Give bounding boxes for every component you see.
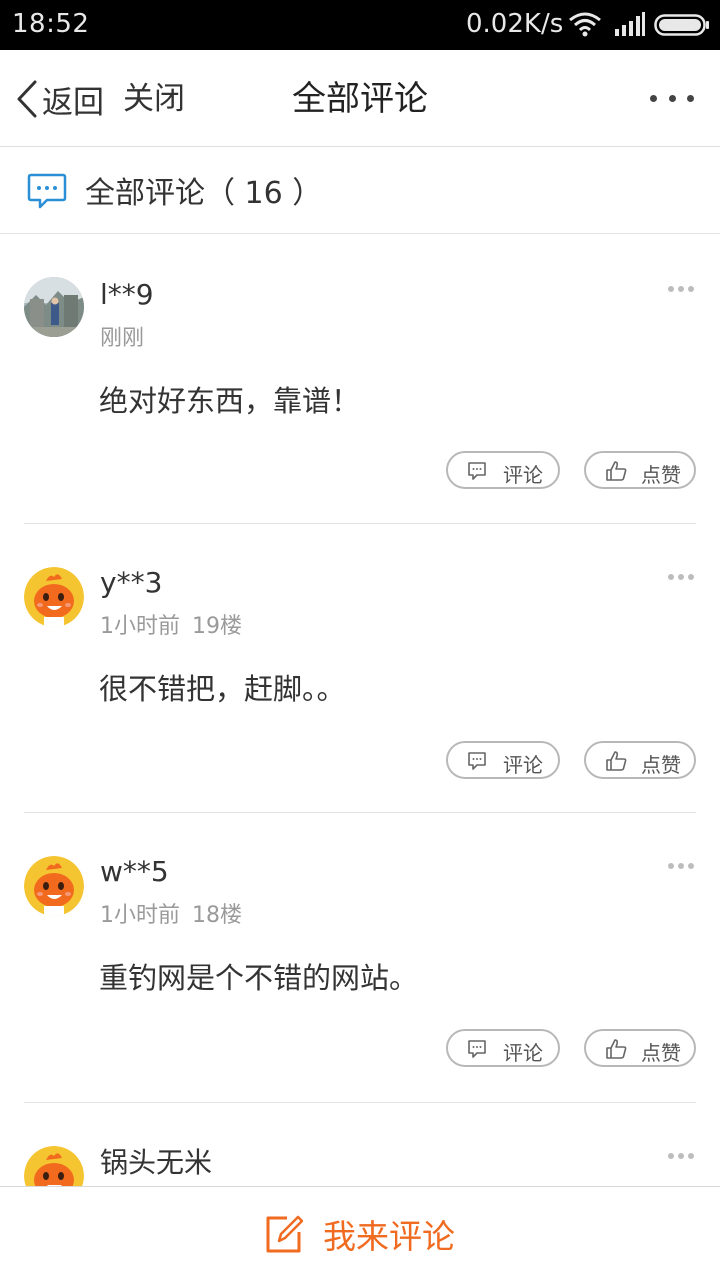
avatar[interactable] — [24, 277, 84, 337]
like-button[interactable]: 点赞 — [584, 741, 696, 779]
thumbs-up-icon — [606, 1039, 627, 1059]
more-horizontal-icon[interactable] — [650, 86, 694, 110]
status-time: 18:52 — [12, 9, 90, 39]
comment-username[interactable]: l**9 — [100, 278, 154, 311]
comment-meta: 1小时前 18楼 — [100, 897, 242, 929]
comment-floor: 18楼 — [192, 903, 242, 928]
reply-label: 评论 — [503, 463, 543, 487]
comment-username[interactable]: w**5 — [100, 855, 169, 888]
reply-label: 评论 — [503, 753, 543, 777]
write-comment-button[interactable]: 我来评论 — [265, 1209, 455, 1259]
like-button[interactable]: 点赞 — [584, 1029, 696, 1067]
comment-bubble-icon — [27, 173, 67, 209]
battery-icon — [654, 14, 709, 36]
comment-time: 1小时前 — [100, 614, 180, 639]
chevron-left-icon — [17, 80, 37, 118]
photo-avatar-icon — [24, 277, 84, 337]
avatar[interactable] — [24, 567, 84, 627]
comment-time: 1小时前 — [100, 903, 180, 928]
comment-more-icon[interactable] — [668, 572, 694, 582]
reply-button[interactable]: 评论 — [446, 451, 560, 489]
comment-text: 绝对好东西，靠谱！ — [99, 384, 361, 418]
comment-meta: 刚刚 — [100, 320, 156, 352]
wifi-icon — [569, 12, 601, 37]
comment-text: 很不错把，赶脚。。 — [99, 672, 346, 706]
like-button[interactable]: 点赞 — [584, 451, 696, 489]
divider — [24, 812, 696, 813]
avatar[interactable] — [24, 1146, 84, 1186]
back-label: 返回 — [42, 84, 104, 121]
cartoon-avatar-icon — [24, 856, 84, 916]
status-bar: 18:52 0.02K/s — [0, 0, 720, 50]
comment-username[interactable]: 锅头无米 — [100, 1141, 212, 1181]
divider — [24, 523, 696, 524]
comment-more-icon[interactable] — [668, 284, 694, 294]
reply-button[interactable]: 评论 — [446, 741, 560, 779]
comment-meta: 1小时前 19楼 — [100, 608, 242, 640]
comment-icon — [468, 752, 486, 770]
comment-icon — [468, 1040, 486, 1058]
comment-time: 刚刚 — [100, 326, 145, 351]
thumbs-up-icon — [606, 751, 627, 771]
reply-button[interactable]: 评论 — [446, 1029, 560, 1067]
reply-label: 评论 — [503, 1041, 543, 1065]
bottom-bar: 我来评论 — [0, 1186, 720, 1280]
write-comment-label: 我来评论 — [323, 1217, 455, 1256]
signal-icon — [615, 12, 645, 36]
comment-icon — [468, 462, 486, 480]
comment-username[interactable]: y**3 — [100, 566, 162, 599]
page-title: 全部评论 — [292, 79, 428, 119]
like-label: 点赞 — [641, 463, 681, 487]
comment-more-icon[interactable] — [668, 1151, 694, 1161]
status-net-speed: 0.02K/s — [466, 9, 564, 39]
cartoon-avatar-icon — [24, 1146, 84, 1186]
like-label: 点赞 — [641, 1041, 681, 1065]
comment-more-icon[interactable] — [668, 861, 694, 871]
comments-count-title: 全部评论（ 16 ） — [85, 176, 323, 211]
like-label: 点赞 — [641, 753, 681, 777]
comment-floor: 19楼 — [192, 614, 242, 639]
close-button[interactable]: 关闭 — [123, 76, 185, 122]
cartoon-avatar-icon — [24, 567, 84, 627]
back-button[interactable]: 返回 — [14, 76, 104, 122]
edit-icon — [266, 1215, 303, 1253]
comments-section-header: 全部评论（ 16 ） — [0, 148, 720, 234]
thumbs-up-icon — [606, 461, 627, 481]
avatar[interactable] — [24, 856, 84, 916]
comment-text: 重钓网是个不错的网站。 — [99, 961, 419, 995]
nav-bar: 返回 关闭 全部评论 — [0, 50, 720, 147]
comment-item: 锅头无米 — [0, 1103, 720, 1186]
